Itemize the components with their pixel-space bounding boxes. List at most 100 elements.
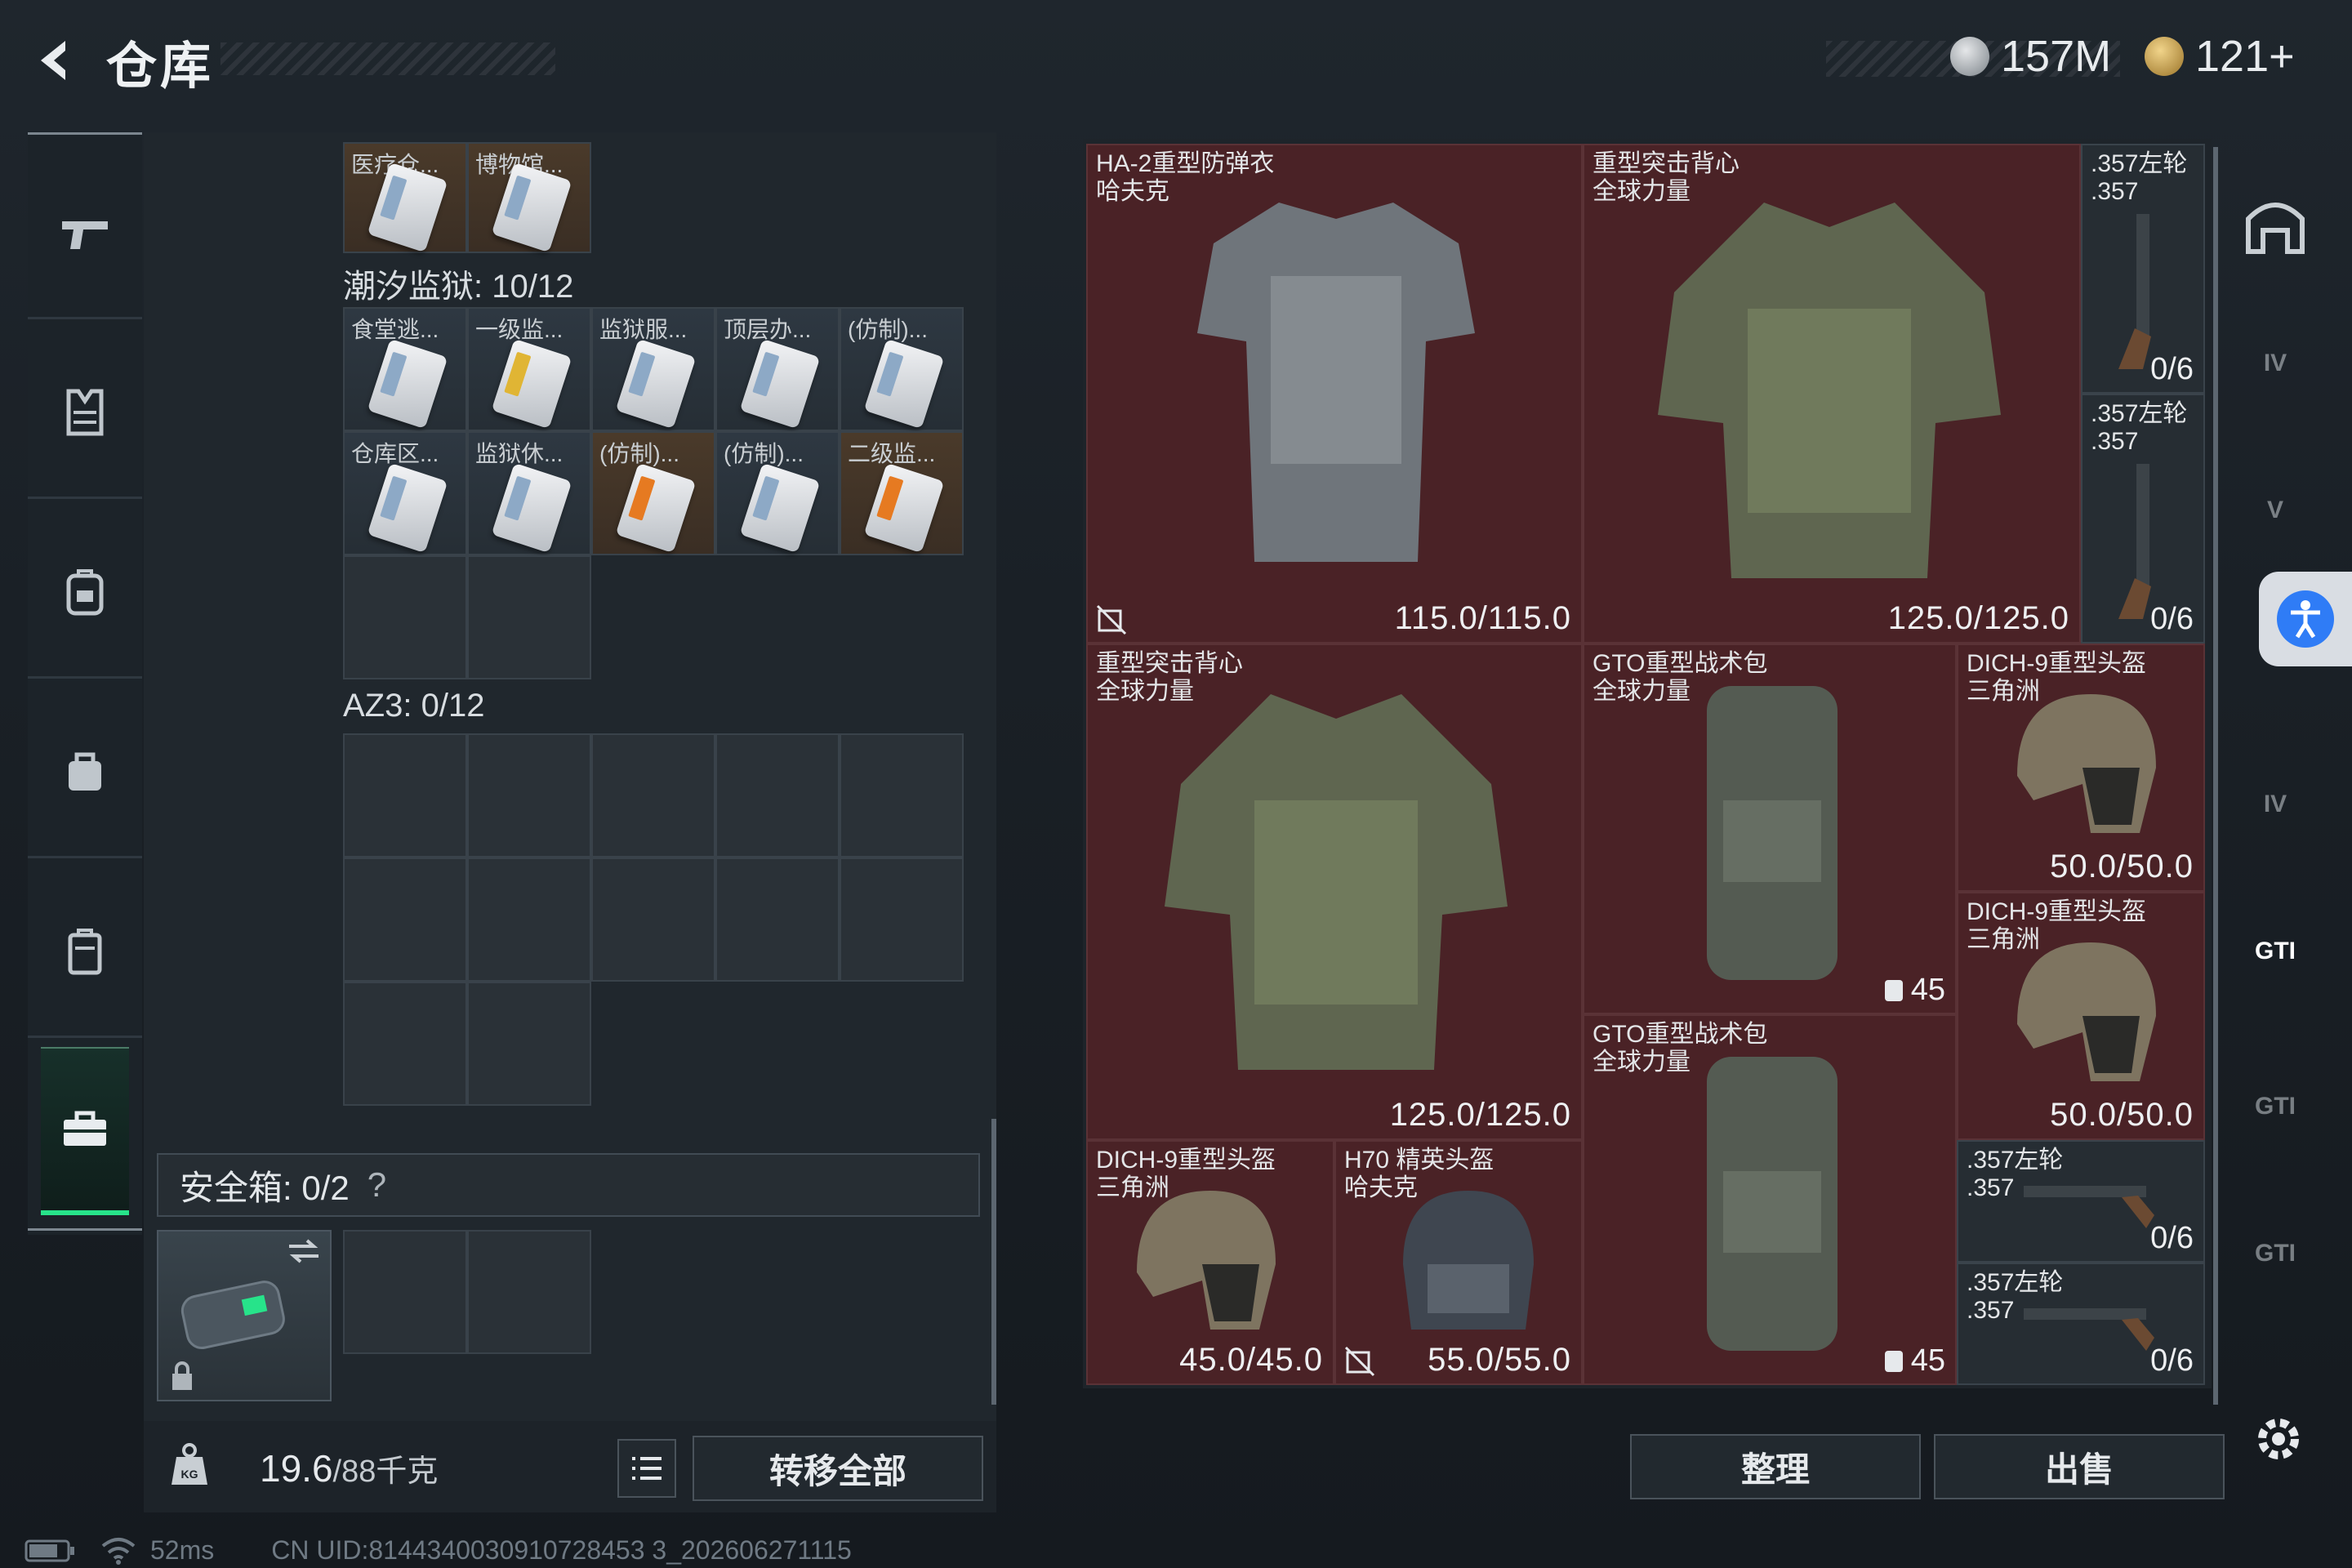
empty-slot[interactable] — [715, 733, 840, 858]
currency-display-2[interactable]: 121+ — [2145, 31, 2295, 82]
safebox-header: 安全箱: 0/2 ? — [157, 1153, 980, 1217]
safebox-slot[interactable] — [343, 1230, 467, 1354]
backpack-icon — [66, 569, 104, 616]
empty-slot[interactable] — [343, 858, 467, 982]
accessibility-button[interactable] — [2259, 572, 2352, 666]
stash-item[interactable]: 博物馆... — [467, 142, 591, 253]
empty-slot[interactable] — [467, 555, 591, 679]
helmet-icon — [1137, 1191, 1276, 1330]
safebox-container[interactable] — [157, 1230, 332, 1401]
stash-scrollbar[interactable] — [991, 1119, 996, 1405]
stash-item[interactable]: 监狱休... — [467, 431, 591, 555]
back-button[interactable] — [23, 28, 88, 93]
organize-button[interactable]: 整理 — [1630, 1434, 1921, 1499]
right-nav-gti-2[interactable]: GTI — [2233, 1062, 2318, 1152]
item-label: 食堂逃... — [351, 317, 439, 342]
tier-label: GTI — [2255, 1240, 2296, 1267]
stash-item[interactable]: (仿制)... — [715, 431, 840, 555]
empty-slot[interactable] — [343, 733, 467, 858]
right-nav: IV V V IV GTI GTI GTI — [2226, 139, 2324, 1388]
back-arrow-icon — [41, 41, 65, 80]
stash-item[interactable]: 顶层办... — [715, 307, 840, 431]
empty-slot[interactable] — [343, 555, 467, 679]
right-nav-armor-v[interactable]: V — [2233, 466, 2318, 555]
empty-slot[interactable] — [715, 858, 840, 982]
empty-slot[interactable] — [591, 858, 715, 982]
item-name: .357左轮 .357 — [2091, 150, 2188, 205]
item-label: (仿制)... — [599, 441, 679, 466]
item-label: (仿制)... — [724, 441, 804, 466]
right-nav-armor-iv[interactable]: IV — [2233, 318, 2318, 408]
toolbox-icon — [64, 1111, 106, 1146]
stash-item[interactable]: (仿制)... — [840, 307, 964, 431]
vest-icon — [66, 389, 104, 436]
nav-armor[interactable] — [28, 343, 142, 482]
keycard-icon — [491, 462, 572, 554]
equipment-item[interactable]: GTO重型战术包 全球力量 45 — [1583, 644, 1957, 1014]
equipment-item[interactable]: 重型突击背心 全球力量 125.0/125.0 — [1583, 144, 2081, 644]
stash-item[interactable]: (仿制)... — [591, 431, 715, 555]
list-view-button[interactable] — [617, 1439, 676, 1498]
keycard-icon — [863, 462, 945, 554]
stash-item[interactable]: 医疗仓... — [343, 142, 467, 253]
empty-slot[interactable] — [840, 858, 964, 982]
bag-icon — [69, 752, 101, 791]
sell-button[interactable]: 出售 — [1934, 1434, 2225, 1499]
equipment-item[interactable]: DICH-9重型头盔 三角洲 45.0/45.0 — [1086, 1140, 1334, 1385]
empty-slot[interactable] — [840, 733, 964, 858]
equipment-item[interactable]: HA-2重型防弹衣 哈夫克 115.0/115.0 — [1086, 144, 1583, 644]
nav-divider — [28, 132, 142, 135]
stash-item[interactable]: 二级监... — [840, 431, 964, 555]
stash-item[interactable]: 食堂逃... — [343, 307, 467, 431]
nav-backpack[interactable] — [28, 523, 142, 662]
equipment-item[interactable]: .357左轮 .357 0/6 — [2081, 394, 2205, 644]
empty-slot[interactable] — [467, 733, 591, 858]
empty-slot[interactable] — [467, 858, 591, 982]
settings-button[interactable] — [2247, 1408, 2310, 1470]
revolver-icon — [2024, 1308, 2154, 1351]
nav-bag[interactable] — [28, 702, 142, 841]
nav-divider — [28, 1228, 142, 1231]
nav-toolbox[interactable] — [41, 1047, 129, 1215]
equipment-scrollbar[interactable] — [2213, 147, 2218, 1405]
nav-case[interactable] — [28, 882, 142, 1021]
equipment-item[interactable]: .357左轮 .357 0/6 — [1957, 1263, 2205, 1385]
empty-slot[interactable] — [591, 733, 715, 858]
backpack-icon — [1707, 1057, 1838, 1351]
equipment-item[interactable]: H70 精英头盔 哈夫克 55.0/55.0 — [1334, 1140, 1583, 1385]
equipment-item[interactable]: .357左轮 .357 0/6 — [2081, 144, 2205, 394]
equipment-item[interactable]: .357左轮 .357 0/6 — [1957, 1140, 2205, 1263]
stash-item[interactable]: 一级监... — [467, 307, 591, 431]
armor-icon — [1197, 203, 1475, 562]
item-ammo: 0/6 — [2150, 352, 2194, 386]
currency-display-1: 157M — [1950, 31, 2111, 82]
uid-text: CN UID:8144340030910728453 3_20260627111… — [271, 1535, 852, 1565]
accessibility-icon — [2277, 590, 2334, 648]
wifi-icon — [101, 1537, 136, 1565]
empty-slot[interactable] — [343, 982, 467, 1106]
right-nav-all[interactable] — [2233, 180, 2318, 270]
equipment-item[interactable]: DICH-9重型头盔 三角洲 50.0/50.0 — [1957, 892, 2205, 1140]
nav-weapon[interactable] — [28, 163, 142, 302]
safebox-slot[interactable] — [467, 1230, 591, 1354]
empty-slot[interactable] — [467, 982, 591, 1106]
equipment-item[interactable]: 重型突击背心 全球力量 125.0/125.0 — [1086, 644, 1583, 1140]
item-label: 一级监... — [475, 317, 564, 342]
section-title: AZ3: 0/12 — [343, 688, 485, 724]
shelter-icon — [2246, 203, 2305, 254]
transfer-all-button[interactable]: 转移全部 — [693, 1436, 983, 1501]
swap-icon[interactable] — [286, 1238, 322, 1264]
right-nav-helmet-iv[interactable]: IV — [2233, 760, 2318, 849]
right-nav-gti-3[interactable]: GTI — [2233, 1209, 2318, 1298]
item-label: 顶层办... — [724, 317, 812, 342]
equipment-item[interactable]: DICH-9重型头盔 三角洲 50.0/50.0 — [1957, 644, 2205, 892]
stash-item[interactable]: 仓库区... — [343, 431, 467, 555]
equipment-item[interactable]: GTO重型战术包 全球力量 45 — [1583, 1014, 1957, 1385]
stash-item[interactable]: 监狱服... — [591, 307, 715, 431]
item-durability: 125.0/125.0 — [1887, 600, 2069, 636]
right-nav-gti-1[interactable]: GTI — [2233, 906, 2318, 996]
revolver-icon — [2118, 464, 2151, 619]
help-icon[interactable]: ? — [368, 1165, 386, 1205]
currency-2-value: 121+ — [2195, 32, 2295, 81]
item-durability: 50.0/50.0 — [2050, 849, 2194, 884]
